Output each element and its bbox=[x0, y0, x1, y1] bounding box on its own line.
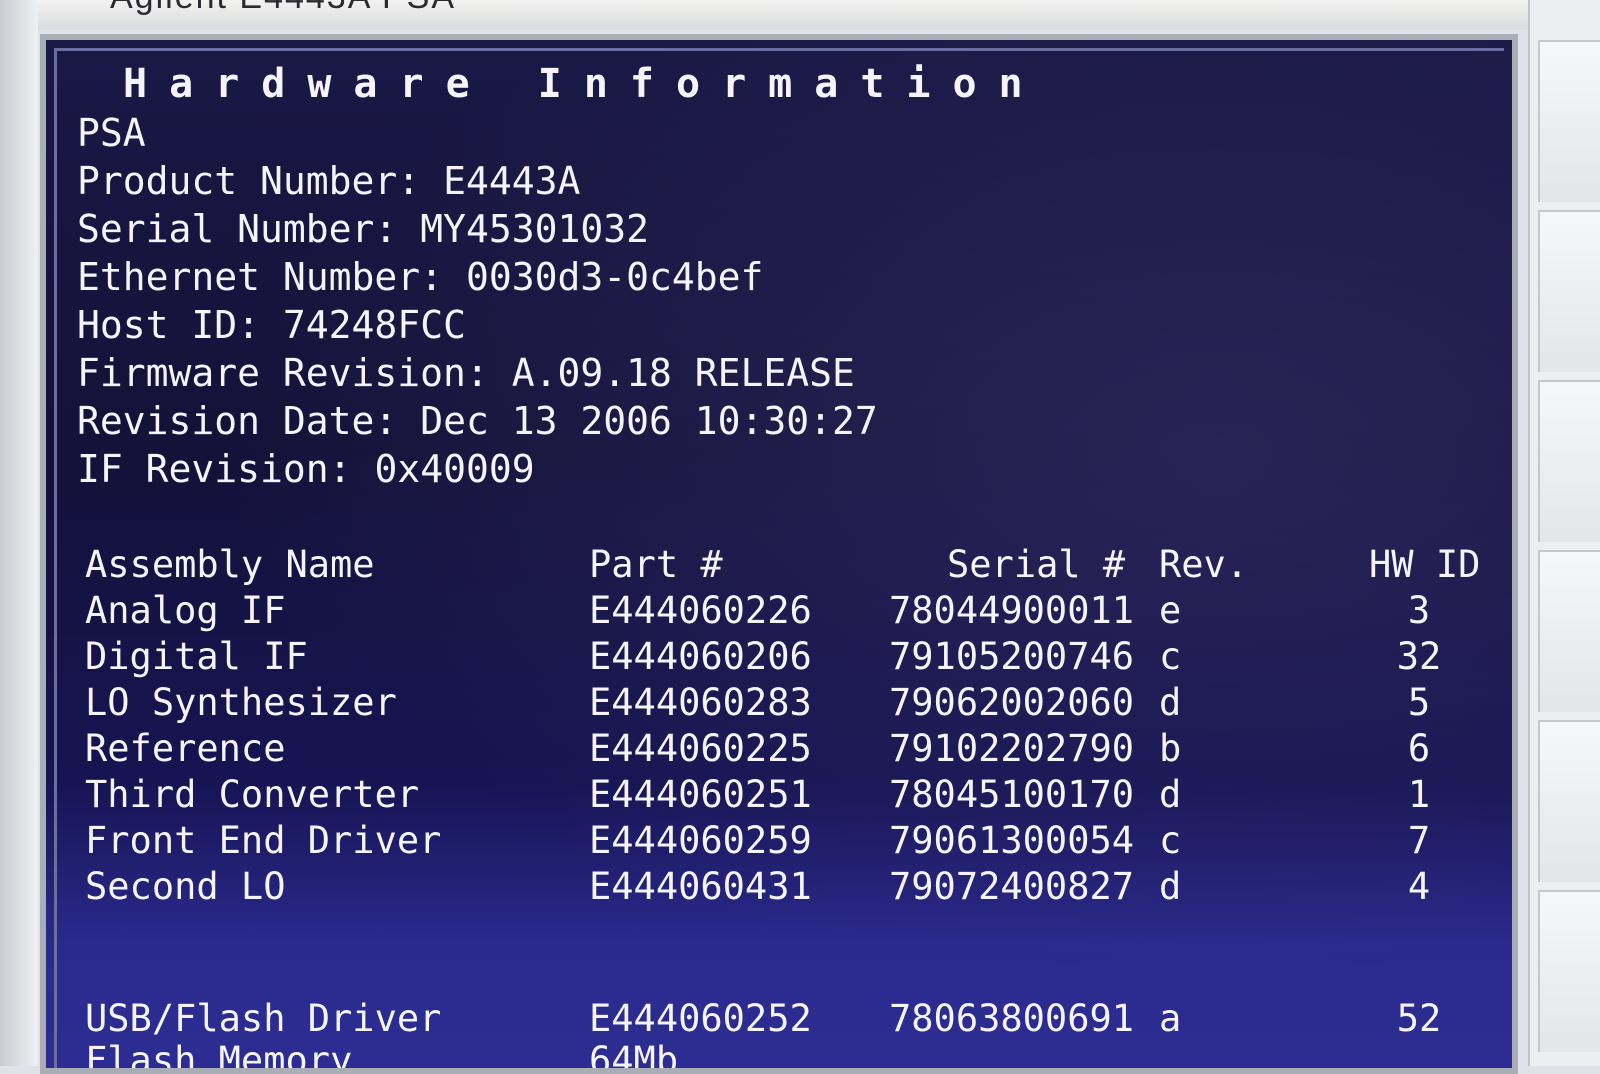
cell-assembly-name: Third Converter bbox=[85, 773, 420, 816]
cell-rev: d bbox=[1159, 773, 1182, 816]
softkey-6[interactable] bbox=[1538, 890, 1600, 1052]
cell-part-number: E444060283 bbox=[589, 681, 812, 724]
cell-rev: d bbox=[1159, 681, 1182, 724]
cell-rev: d bbox=[1159, 865, 1182, 908]
cell-hw-id: 1 bbox=[1407, 773, 1431, 816]
instrument-screen: Hardware Information PSA Product Number:… bbox=[40, 34, 1518, 1074]
info-host-id: Host ID: 74248FCC bbox=[77, 303, 466, 347]
cell-assembly-name: Front End Driver bbox=[85, 819, 442, 862]
info-value: 74248FCC bbox=[282, 303, 466, 347]
softkey-1[interactable] bbox=[1538, 40, 1600, 202]
info-label: PSA bbox=[77, 111, 146, 155]
info-label: Serial Number: bbox=[77, 207, 398, 251]
header-rev: Rev. bbox=[1159, 543, 1249, 586]
instrument-bezel-left bbox=[0, 0, 38, 1066]
cell-assembly-name: Analog IF bbox=[85, 589, 286, 632]
info-label: IF Revision: bbox=[77, 447, 352, 491]
cell-assembly-name: Digital IF bbox=[85, 635, 308, 678]
cell-part-number: E444060431 bbox=[589, 865, 812, 908]
cell-part-number: E444060251 bbox=[589, 773, 812, 816]
softkey-4[interactable] bbox=[1538, 550, 1600, 712]
softkey-5[interactable] bbox=[1538, 720, 1600, 882]
cell-serial-number: 78045100170 bbox=[889, 773, 1135, 816]
cell-part-number: E444060226 bbox=[589, 589, 812, 632]
info-revision-date: Revision Date: Dec 13 2006 10:30:27 bbox=[77, 399, 878, 443]
cell-part-number: 64Mb bbox=[589, 1039, 679, 1074]
cell-assembly-name: Second LO bbox=[85, 865, 286, 908]
cell-rev: c bbox=[1159, 819, 1182, 862]
cell-hw-id: 52 bbox=[1396, 997, 1442, 1040]
cell-serial-number: 78063800691 bbox=[889, 997, 1135, 1040]
info-product-number: Product Number: E4443A bbox=[77, 159, 580, 203]
cell-hw-id: 5 bbox=[1407, 681, 1431, 724]
info-label: Ethernet Number: bbox=[77, 255, 444, 299]
cell-serial-number: 79061300054 bbox=[889, 819, 1135, 862]
header-hw-id: HW ID bbox=[1369, 543, 1481, 586]
cell-assembly-name: Reference bbox=[85, 727, 286, 770]
cell-assembly-name: LO Synthesizer bbox=[85, 681, 397, 724]
instrument-bezel-top: Agilent E4443A PSA bbox=[0, 0, 1600, 30]
info-value: A.09.18 RELEASE bbox=[511, 351, 855, 395]
hardware-info-panel: Hardware Information PSA Product Number:… bbox=[54, 48, 1504, 1068]
info-serial-number: Serial Number: MY45301032 bbox=[77, 207, 649, 251]
cell-rev: e bbox=[1159, 589, 1182, 632]
cell-part-number: E444060206 bbox=[589, 635, 812, 678]
info-label: Product Number: bbox=[77, 159, 421, 203]
info-psa: PSA bbox=[77, 111, 146, 155]
page-title: Hardware Information bbox=[123, 61, 1045, 107]
cell-hw-id: 6 bbox=[1407, 727, 1431, 770]
info-label: Revision Date: bbox=[77, 399, 398, 443]
cell-hw-id: 7 bbox=[1407, 819, 1431, 862]
cell-assembly-name: Flash Memory bbox=[85, 1039, 353, 1074]
header-assembly-name: Assembly Name bbox=[85, 543, 375, 586]
cell-serial-number: 78044900011 bbox=[889, 589, 1135, 632]
cell-part-number: E444060225 bbox=[589, 727, 812, 770]
softkey-2[interactable] bbox=[1538, 210, 1600, 372]
cell-serial-number: 79062002060 bbox=[889, 681, 1135, 724]
info-value: MY45301032 bbox=[420, 207, 649, 251]
info-if-revision: IF Revision: 0x40009 bbox=[77, 447, 535, 491]
cell-serial-number: 79105200746 bbox=[889, 635, 1135, 678]
info-value: Dec 13 2006 10:30:27 bbox=[420, 399, 878, 443]
info-ethernet-number: Ethernet Number: 0030d3-0c4bef bbox=[77, 255, 763, 299]
cell-rev: c bbox=[1159, 635, 1182, 678]
cell-rev: a bbox=[1159, 997, 1182, 1040]
cell-hw-id: 4 bbox=[1407, 865, 1431, 908]
softkey-panel bbox=[1528, 0, 1600, 1066]
header-serial-number: Serial # bbox=[947, 543, 1126, 586]
info-label: Firmware Revision: bbox=[77, 351, 489, 395]
clipped-header-text: Agilent E4443A PSA bbox=[110, 0, 456, 17]
cell-serial-number: 79072400827 bbox=[889, 865, 1135, 908]
cell-assembly-name: USB/Flash Driver bbox=[85, 997, 442, 1040]
info-value: E4443A bbox=[443, 159, 581, 203]
header-part-number: Part # bbox=[589, 543, 723, 586]
info-value: 0030d3-0c4bef bbox=[465, 255, 764, 299]
cell-hw-id: 32 bbox=[1396, 635, 1442, 678]
softkey-3[interactable] bbox=[1538, 380, 1600, 542]
info-value: 0x40009 bbox=[374, 447, 535, 491]
cell-rev: b bbox=[1159, 727, 1182, 770]
cell-hw-id: 3 bbox=[1407, 589, 1431, 632]
cell-part-number: E444060252 bbox=[589, 997, 812, 1040]
info-label: Host ID: bbox=[77, 303, 261, 347]
cell-serial-number: 79102202790 bbox=[889, 727, 1135, 770]
info-firmware-revision: Firmware Revision: A.09.18 RELEASE bbox=[77, 351, 855, 395]
cell-part-number: E444060259 bbox=[589, 819, 812, 862]
